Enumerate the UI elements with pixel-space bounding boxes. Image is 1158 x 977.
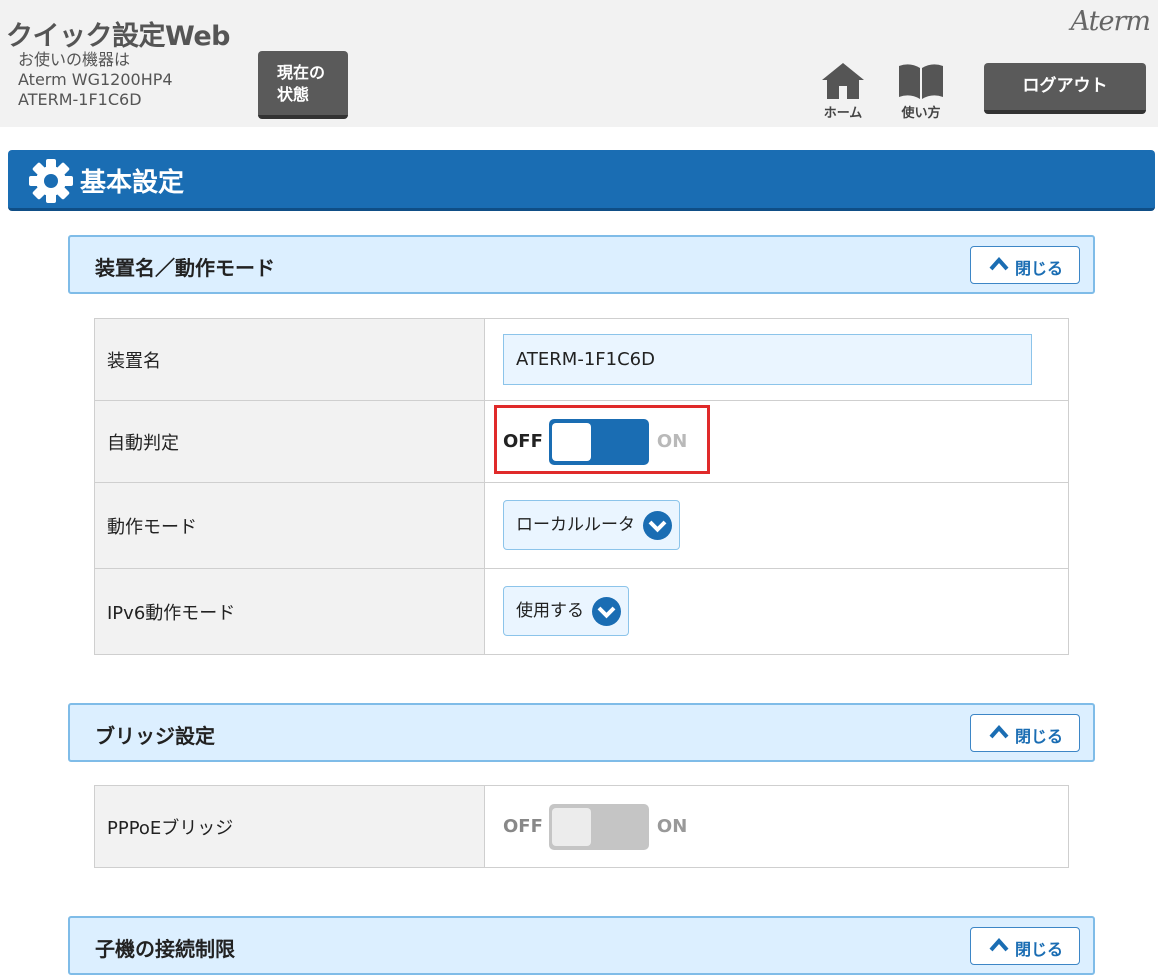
pppoe-bridge-toggle-group: OFF ON <box>503 786 687 867</box>
table-row: 装置名 ATERM-1F1C6D <box>94 318 1069 401</box>
select-value: 使用する <box>516 601 584 621</box>
panel-header-bridge: ブリッジ設定 閉じる <box>68 703 1095 762</box>
settings-table-bridge: PPPoEブリッジ OFF ON <box>94 785 1069 868</box>
close-label: 閉じる <box>1015 727 1064 746</box>
home-label: ホーム <box>823 106 863 121</box>
table-row: PPPoEブリッジ OFF ON <box>94 785 1069 868</box>
chevron-down-icon <box>643 511 672 540</box>
ipv6-mode-select[interactable]: 使用する <box>503 586 629 636</box>
toggle-off-label: OFF <box>503 816 543 837</box>
book-icon <box>899 64 943 99</box>
close-button[interactable]: 閉じる <box>970 927 1080 965</box>
section-title: 基本設定 <box>80 168 185 198</box>
toggle-knob <box>551 807 591 846</box>
current-status-label-2: 状態 <box>277 85 310 104</box>
gear-icon <box>29 159 73 203</box>
help-button[interactable]: 使い方 <box>891 62 951 121</box>
chevron-up-icon <box>989 257 1009 271</box>
select-value: ローカルルータ <box>516 515 635 535</box>
device-model: Aterm WG1200HP4 <box>18 70 173 89</box>
help-label: 使い方 <box>901 106 941 121</box>
highlight-box <box>494 405 710 474</box>
row-label: 装置名 <box>94 318 485 401</box>
logout-button[interactable]: ログアウト <box>984 63 1146 114</box>
row-label: PPPoEブリッジ <box>94 785 485 868</box>
device-info: お使いの機器は Aterm WG1200HP4 ATERM-1F1C6D <box>18 50 173 110</box>
chevron-down-icon <box>592 597 621 626</box>
panel-header-device-mode: 装置名／動作モード 閉じる <box>68 235 1095 294</box>
toggle-on-label: ON <box>656 816 688 837</box>
close-button[interactable]: 閉じる <box>970 714 1080 752</box>
top-header: クイック設定Web お使いの機器は Aterm WG1200HP4 ATERM-… <box>0 0 1158 127</box>
current-status-button[interactable]: 現在の 状態 <box>258 51 348 119</box>
row-label: IPv6動作モード <box>94 568 485 655</box>
close-label: 閉じる <box>1015 259 1064 278</box>
operation-mode-select[interactable]: ローカルルータ <box>503 500 680 550</box>
panel-header-client-limit: 子機の接続制限 閉じる <box>68 916 1095 975</box>
panel-title: 子機の接続制限 <box>95 937 235 961</box>
device-info-caption: お使いの機器は <box>18 50 131 69</box>
device-name-input[interactable]: ATERM-1F1C6D <box>503 334 1032 385</box>
pppoe-bridge-toggle[interactable] <box>548 803 649 850</box>
section-header: 基本設定 <box>8 150 1155 211</box>
current-status-label-1: 現在の <box>277 63 326 82</box>
chevron-up-icon <box>989 725 1009 739</box>
aterm-logo: Aterm <box>1070 6 1151 37</box>
home-icon <box>822 63 864 99</box>
app-title: クイック設定Web <box>6 21 230 52</box>
table-row: 動作モード ローカルルータ <box>94 482 1069 569</box>
home-button[interactable]: ホーム <box>813 62 873 121</box>
table-row: IPv6動作モード 使用する <box>94 568 1069 655</box>
panel-title: ブリッジ設定 <box>95 724 215 748</box>
row-label: 自動判定 <box>94 400 485 483</box>
device-name: ATERM-1F1C6D <box>18 90 142 109</box>
panel-title: 装置名／動作モード <box>95 256 275 280</box>
close-label: 閉じる <box>1015 940 1064 959</box>
chevron-up-icon <box>989 938 1009 952</box>
close-button[interactable]: 閉じる <box>970 246 1080 284</box>
row-label: 動作モード <box>94 482 485 569</box>
settings-table-device-mode: 装置名 ATERM-1F1C6D 自動判定 OFF ON 動作モード ローカルル… <box>94 318 1069 655</box>
